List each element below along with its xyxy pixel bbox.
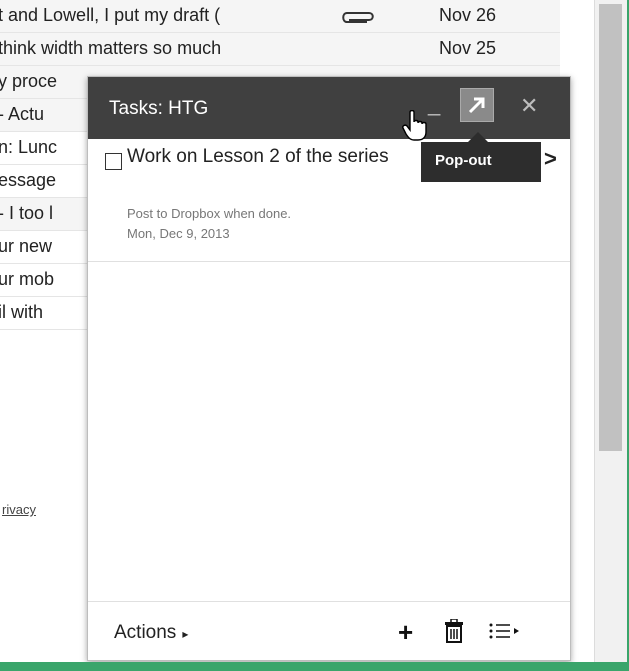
email-subject: y proce — [0, 71, 58, 91]
gmail-window: t and Lowell, I put my draft ( Nov 26 th… — [0, 0, 627, 662]
task-title[interactable]: Work on Lesson 2 of the series — [127, 145, 427, 169]
email-subject: think width matters so much — [0, 38, 222, 58]
email-subject: ur new — [0, 236, 53, 256]
tooltip-arrow — [468, 132, 488, 142]
popout-tooltip: Pop-out — [421, 142, 541, 182]
email-subject: ur mob — [0, 269, 55, 289]
task-note: Post to Dropbox when done. — [127, 206, 292, 221]
tasks-header: Tasks: HTG _ ✕ — [88, 77, 570, 139]
add-task-button[interactable]: + — [398, 617, 413, 648]
task-due-date: Mon, Dec 9, 2013 — [127, 226, 230, 241]
actions-menu[interactable]: Actions ▸ — [114, 622, 188, 644]
trash-icon[interactable] — [443, 618, 465, 648]
task-details-arrow[interactable]: > — [544, 146, 557, 172]
email-row[interactable]: think width matters so much Nov 25 — [0, 33, 560, 66]
privacy-link[interactable]: rivacy — [2, 502, 36, 517]
tasks-title: Tasks: HTG — [109, 98, 209, 119]
minimize-button[interactable]: _ — [428, 91, 448, 121]
email-date: Nov 26 — [439, 5, 497, 25]
scrollbar-thumb[interactable] — [599, 4, 622, 451]
task-checkbox[interactable] — [105, 153, 122, 170]
popout-button[interactable] — [460, 88, 494, 122]
arrow-up-right-icon — [468, 97, 485, 114]
email-subject: il with — [0, 302, 44, 322]
email-date: Nov 25 — [439, 38, 497, 58]
email-subject: - I too l — [0, 203, 54, 223]
paperclip-icon — [341, 9, 377, 30]
actions-label: Actions — [114, 622, 177, 643]
list-options-icon[interactable] — [488, 621, 528, 646]
close-button[interactable]: ✕ — [520, 93, 538, 119]
triangle-right-icon: ▸ — [182, 627, 189, 641]
email-subject: n: Lunc — [0, 137, 58, 157]
tasks-footer: Actions ▸ + — [88, 601, 570, 661]
email-subject: t and Lowell, I put my draft ( — [0, 5, 221, 25]
email-subject: essage — [0, 170, 57, 190]
email-subject: - Actu — [0, 104, 45, 124]
hand-cursor-icon — [402, 109, 428, 147]
email-row[interactable]: t and Lowell, I put my draft ( Nov 26 — [0, 0, 560, 33]
